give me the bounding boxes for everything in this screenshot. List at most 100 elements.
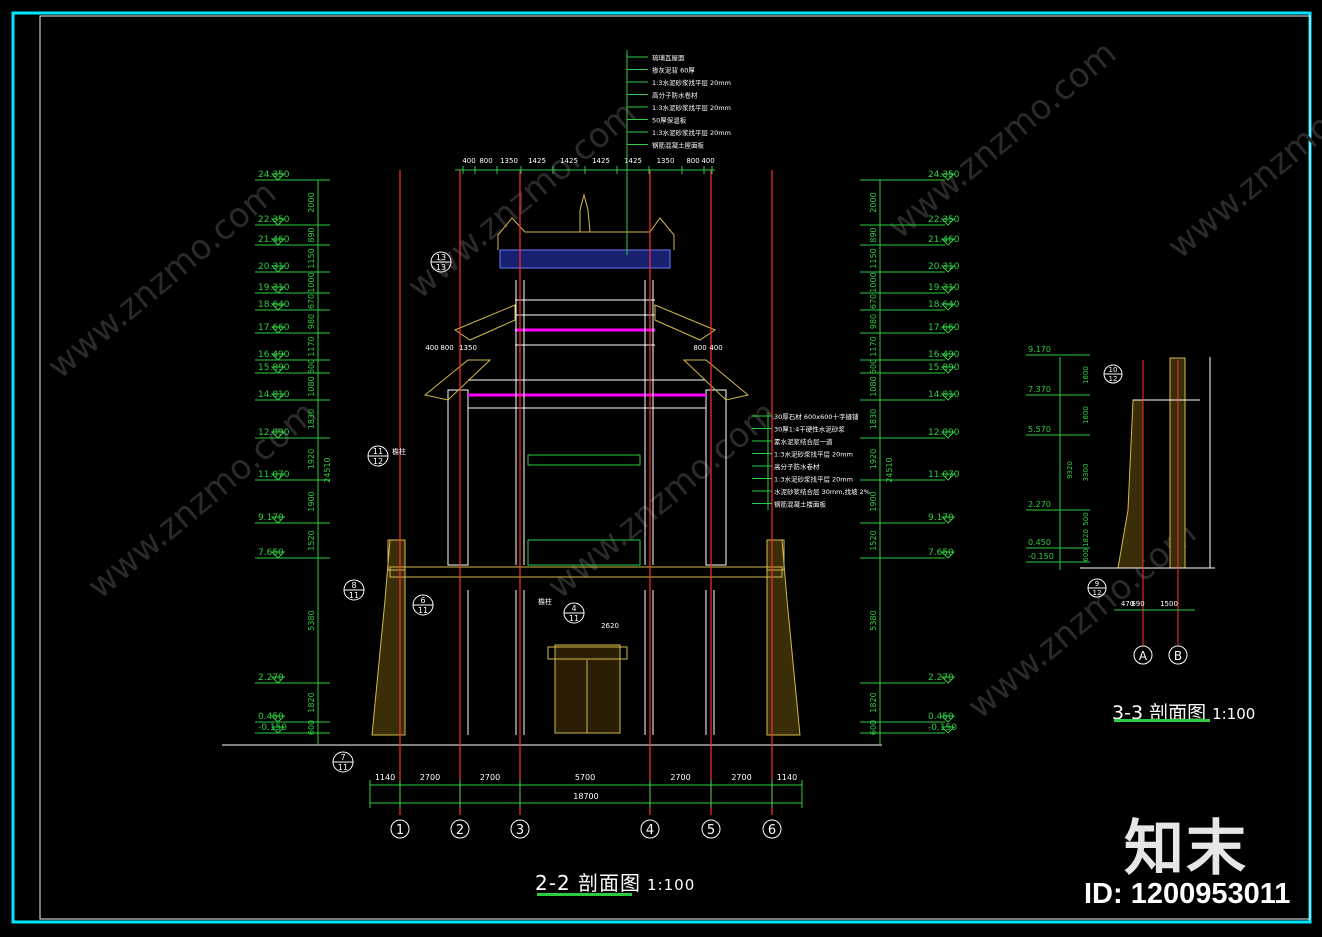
watermark-text: www.znzmo.com — [880, 33, 1124, 247]
roof-note-text: 掺灰泥背 60厚 — [652, 66, 695, 75]
floor-note-text: 水泥砂浆结合层 30mm,找坡 2% — [774, 487, 870, 496]
dimension-label: 2000 — [307, 192, 316, 212]
inner-dimension-label: 400 — [425, 344, 438, 352]
elevation-label: 18.640 — [928, 300, 960, 310]
roof-note-text: 钢筋混凝土屋面板 — [652, 141, 705, 150]
elevation-label: 16.490 — [258, 350, 290, 360]
elevation-label: 24.350 — [258, 170, 290, 180]
elevation-label: 19.310 — [258, 283, 290, 293]
dimension-label: 1820 — [1082, 529, 1090, 547]
watermark-text: www.znzmo.com — [80, 393, 324, 607]
elevation-label: 21.460 — [928, 235, 960, 245]
elevation-label: -0.150 — [1028, 552, 1054, 561]
bottom-dimension-label: 1140 — [375, 773, 395, 782]
dimension-label: 670 — [307, 294, 316, 309]
brand-logo: 知末 — [1124, 814, 1248, 884]
section-3-3-scale: 1:100 — [1212, 705, 1256, 723]
top-dimension-label: 1350 — [500, 157, 518, 165]
elevation-label: 14.810 — [258, 390, 290, 400]
roof-note-text: 1:3水泥砂浆找平层 20mm — [652, 78, 731, 87]
dimension-label: 600 — [869, 359, 878, 374]
bottom-dimension-label: 1140 — [777, 773, 797, 782]
small-label: 檐柱 — [538, 597, 552, 606]
upper-wall-left — [447, 389, 469, 566]
elevation-label: 2.270 — [1028, 500, 1051, 509]
callout-sheet: 12 — [373, 457, 383, 466]
roof-note-text: 1:3水泥砂浆找平层 20mm — [652, 103, 731, 112]
cad-drawing: www.znzmo.com www.znzmo.com www.znzmo.com w… — [11, 11, 1322, 924]
top-dimension-label: 400 — [462, 157, 475, 165]
elevation-label: 24.350 — [928, 170, 960, 180]
inner-dimension-label: 800 — [440, 344, 453, 352]
inner-dimension-label: 1350 — [459, 344, 477, 352]
dimension-label: 890 — [307, 227, 316, 242]
dimension-label: 1150 — [307, 248, 316, 268]
elevation-label: 2.270 — [258, 673, 284, 683]
bottom-dimension-label: 690 — [1131, 600, 1144, 608]
elevation-label: 19.310 — [928, 283, 960, 293]
dimension-label: 1830 — [869, 409, 878, 429]
callout-sheet: 11 — [569, 614, 579, 623]
elevation-label: 18.640 — [258, 300, 290, 310]
top-dimension-label: 1425 — [528, 157, 546, 165]
callout-sheet: 12 — [1093, 589, 1102, 597]
elevation-label: 0.450 — [258, 712, 284, 722]
dimension-label: 890 — [869, 227, 878, 242]
elevation-label: 9.170 — [1028, 345, 1051, 354]
inner-dimension-label: 2620 — [601, 622, 619, 630]
axis-label: 5 — [707, 823, 715, 838]
dimension-label: 1520 — [869, 530, 878, 550]
section-3-3-wall-a — [1117, 399, 1144, 569]
dimension-label: 1170 — [307, 336, 316, 356]
section-2-2-underline — [537, 893, 632, 896]
elevation-label: 16.490 — [928, 350, 960, 360]
elevation-label: 9.170 — [928, 513, 954, 523]
elevation-label: 22.350 — [258, 215, 290, 225]
bottom-dimension-label: 2700 — [420, 773, 440, 782]
top-dimension-label: 800 — [479, 157, 492, 165]
elevation-label: -0.150 — [258, 723, 287, 733]
callout-number: 8 — [351, 581, 356, 590]
drawing-id: ID: 1200953011 — [1084, 878, 1291, 910]
dimension-label: 1000 — [307, 272, 316, 292]
total-dimension-label: 24510 — [323, 457, 332, 482]
dimension-label: 1820 — [869, 692, 878, 712]
elevation-label: 20.310 — [928, 262, 960, 272]
watermark-text: www.znzmo.com — [1160, 53, 1322, 267]
section-2-2-scale: 1:100 — [647, 876, 696, 894]
dimension-label: 1800 — [1082, 406, 1090, 424]
watermark-text: www.znzmo.com — [540, 393, 784, 607]
elevation-label: 22.350 — [928, 215, 960, 225]
callout-sheet: 11 — [338, 763, 348, 772]
dimension-label: 600 — [307, 359, 316, 374]
callout-number: 4 — [571, 604, 576, 613]
dimension-label: 1080 — [307, 376, 316, 396]
callout-number: 13 — [436, 253, 446, 262]
elevation-label: 15.890 — [258, 363, 290, 373]
roof-note-text: 50厚保温板 — [652, 116, 687, 125]
elevation-label: 17.660 — [258, 323, 290, 333]
axis-label: 4 — [646, 823, 654, 838]
floor-note-text: 1:3水泥砂浆找平层 20mm — [774, 475, 853, 484]
dimension-label: 1150 — [869, 248, 878, 268]
elevation-label: 0.450 — [928, 712, 954, 722]
floor-note-text: 30厚石材 600x600十字缝铺 — [774, 412, 859, 421]
bottom-dimension-label: 2700 — [670, 773, 690, 782]
dimension-label: 600 — [1082, 548, 1090, 561]
axis-label: 3 — [516, 823, 524, 838]
roof-note-text: 1:3水泥砂浆找平层 20mm — [652, 128, 731, 137]
small-label: 檐柱 — [392, 447, 406, 456]
bottom-dimension-label: 1500 — [1160, 600, 1178, 608]
floor-note-text: 素水泥浆结合层一道 — [774, 437, 833, 446]
elevation-label: 9.170 — [258, 513, 284, 523]
top-dimension-label: 1350 — [657, 157, 675, 165]
upper-railing — [527, 454, 641, 466]
callout-number: 10 — [1109, 366, 1118, 374]
dimension-label: 1800 — [1082, 366, 1090, 384]
dimension-label: 5380 — [307, 610, 316, 630]
dimension-label: 2000 — [869, 192, 878, 212]
bottom-total-label: 18700 — [573, 792, 598, 801]
callout-sheet: 11 — [349, 591, 359, 600]
dimension-label: 1900 — [307, 491, 316, 511]
bottom-dimension-label: 2700 — [731, 773, 751, 782]
